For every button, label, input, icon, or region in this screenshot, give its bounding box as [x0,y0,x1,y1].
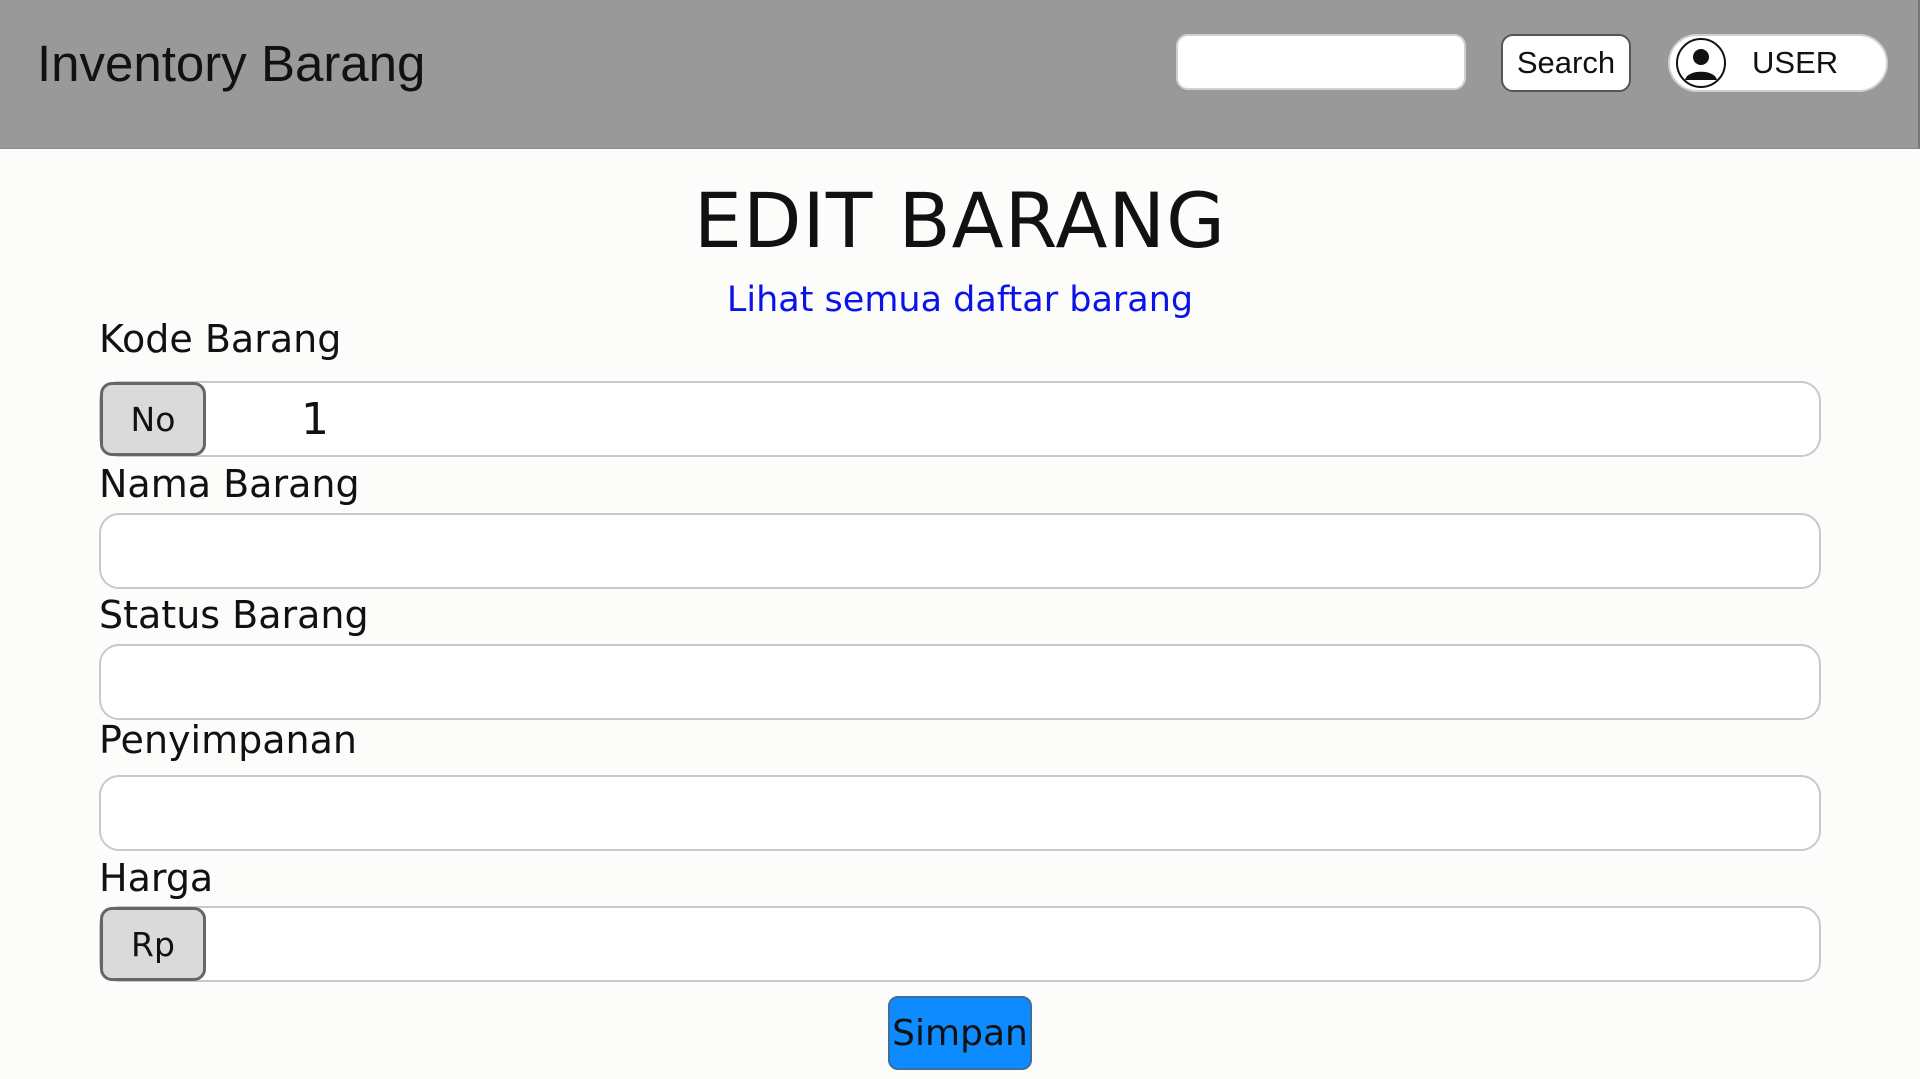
list-link-row: Lihat semua daftar barang [0,278,1920,322]
status-barang-label: Status Barang [99,593,369,637]
kode-barang-label: Kode Barang [99,317,342,361]
search-button[interactable]: Search [1501,34,1631,92]
status-barang-input[interactable] [101,646,1819,718]
harga-input[interactable] [101,908,1819,980]
nama-barang-input[interactable] [101,515,1819,587]
user-menu-button[interactable]: USER [1668,34,1888,92]
penyimpanan-label: Penyimpanan [99,718,357,762]
page-title: EDIT BARANG [693,176,1227,265]
penyimpanan-field[interactable] [99,775,1821,851]
harga-label: Harga [99,856,214,900]
save-button[interactable]: Simpan [888,996,1032,1070]
view-all-items-link[interactable]: Lihat semua daftar barang [727,280,1193,320]
user-label: USER [1752,45,1839,80]
harga-field[interactable]: Rp [99,906,1821,982]
penyimpanan-input[interactable] [101,777,1819,849]
kode-barang-field[interactable]: No [99,381,1821,457]
nama-barang-field[interactable] [99,513,1821,589]
search-input[interactable] [1176,34,1466,90]
status-barang-field[interactable] [99,644,1821,720]
nama-barang-label: Nama Barang [99,462,360,506]
user-avatar-icon [1676,38,1726,88]
kode-barang-input[interactable] [101,383,1819,455]
top-navbar: Inventory Barang Search USER [0,0,1920,149]
app-title: Inventory Barang [37,35,426,92]
